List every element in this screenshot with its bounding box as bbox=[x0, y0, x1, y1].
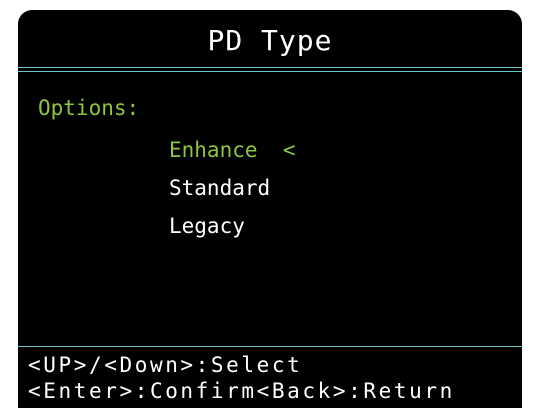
options-label: Options: bbox=[38, 96, 140, 120]
option-label: Enhance bbox=[169, 138, 258, 162]
title-divider-lower bbox=[18, 71, 522, 72]
page-title: PD Type bbox=[207, 24, 333, 57]
option-label: Standard bbox=[169, 176, 271, 200]
option-label: Legacy bbox=[169, 214, 245, 238]
bios-screen: PD Type Options: Enhance < Standard Lega… bbox=[18, 10, 522, 408]
hint-select: <UP>/<Down>:Select bbox=[28, 353, 303, 377]
title-divider-upper bbox=[18, 67, 522, 68]
selection-marker: < bbox=[282, 138, 296, 162]
option-enhance[interactable]: Enhance < bbox=[169, 136, 295, 164]
option-standard[interactable]: Standard bbox=[169, 174, 270, 202]
footer-divider bbox=[18, 346, 522, 347]
option-legacy[interactable]: Legacy bbox=[169, 212, 245, 240]
hint-confirm-return: <Enter>:Confirm<Back>:Return bbox=[28, 379, 455, 403]
